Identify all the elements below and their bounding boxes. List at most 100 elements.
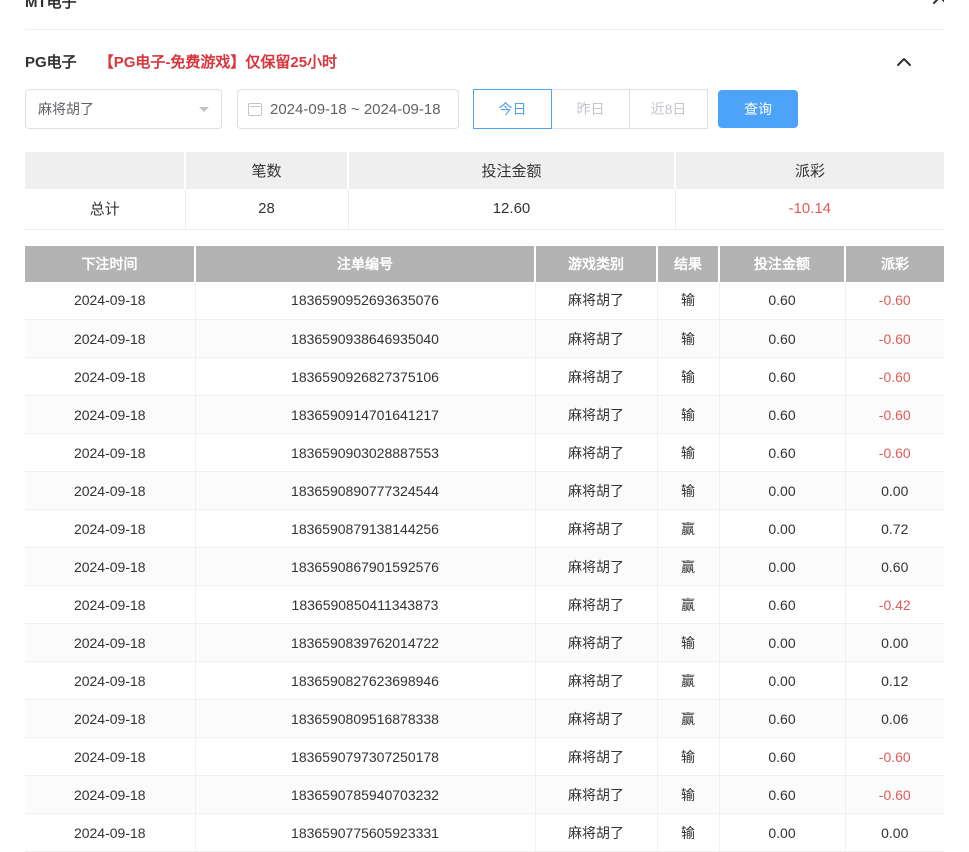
section-notice: 【PG电子-免费游戏】仅保留25小时 — [99, 51, 337, 72]
bet-amount-cell: 0.00 — [719, 814, 845, 852]
payout-cell: -0.42 — [845, 586, 944, 624]
bet-time-cell: 2024-09-18 — [25, 358, 195, 396]
result-cell: 赢 — [657, 510, 719, 548]
summary-header-payout: 派彩 — [675, 152, 944, 189]
bet-amount-cell: 0.60 — [719, 434, 845, 472]
payout-cell: -0.60 — [845, 320, 944, 358]
payout-cell: 0.12 — [845, 662, 944, 700]
header-order-id-cell: 注单编号 — [195, 246, 535, 282]
table-row: 2024-09-181836590775605923331麻将胡了输0.000.… — [25, 814, 944, 852]
game-type-cell: 麻将胡了 — [535, 548, 657, 586]
bet-table-header-row: 下注时间注单编号游戏类别结果投注金额派彩 — [25, 246, 944, 282]
summary-header-count: 笔数 — [185, 152, 348, 189]
bet-time-cell: 2024-09-18 — [25, 624, 195, 662]
table-row: 2024-09-181836590879138144256麻将胡了赢0.000.… — [25, 510, 944, 548]
payout-cell: -0.60 — [845, 434, 944, 472]
header-result-cell: 结果 — [657, 246, 719, 282]
search-button[interactable]: 查询 — [718, 90, 798, 128]
order-id-cell: 1836590879138144256 — [195, 510, 535, 548]
game-type-cell: 麻将胡了 — [535, 282, 657, 320]
header-game-type-cell: 游戏类别 — [535, 246, 657, 282]
bet-time-cell: 2024-09-18 — [25, 282, 195, 320]
chevron-up-icon[interactable] — [932, 0, 944, 8]
payout-cell: 0.72 — [845, 510, 944, 548]
result-cell: 输 — [657, 320, 719, 358]
payout-cell: 0.00 — [845, 472, 944, 510]
table-row: 2024-09-181836590850411343873麻将胡了赢0.60-0… — [25, 586, 944, 624]
summary-header-empty — [25, 152, 185, 189]
header-payout-cell: 派彩 — [845, 246, 944, 282]
payout-cell: -0.60 — [845, 282, 944, 320]
table-row: 2024-09-181836590890777324544麻将胡了输0.000.… — [25, 472, 944, 510]
game-type-cell: 麻将胡了 — [535, 358, 657, 396]
chevron-up-icon[interactable] — [896, 54, 912, 70]
bet-time-cell: 2024-09-18 — [25, 396, 195, 434]
summary-total-bet-amount: 12.60 — [348, 189, 675, 229]
bet-time-cell: 2024-09-18 — [25, 700, 195, 738]
result-cell: 输 — [657, 624, 719, 662]
result-cell: 输 — [657, 472, 719, 510]
bet-amount-cell: 0.60 — [719, 396, 845, 434]
filter-bar: 麻将胡了 2024-09-18 ~ 2024-09-18 今日 昨日 近8日 查… — [25, 89, 944, 129]
pg-section-header: PG电子 【PG电子-免费游戏】仅保留25小时 — [25, 30, 944, 89]
game-type-cell: 麻将胡了 — [535, 738, 657, 776]
bet-amount-cell: 0.60 — [719, 320, 845, 358]
bet-time-cell: 2024-09-18 — [25, 434, 195, 472]
page: MT电子 PG电子 【PG电子-免费游戏】仅保留25小时 麻将胡了 2024-0… — [0, 0, 969, 852]
table-row: 2024-09-181836590839762014722麻将胡了输0.000.… — [25, 624, 944, 662]
payout-cell: 0.06 — [845, 700, 944, 738]
today-button[interactable]: 今日 — [473, 89, 552, 129]
payout-cell: -0.60 — [845, 358, 944, 396]
order-id-cell: 1836590797307250178 — [195, 738, 535, 776]
order-id-cell: 1836590839762014722 — [195, 624, 535, 662]
table-row: 2024-09-181836590785940703232麻将胡了输0.60-0… — [25, 776, 944, 814]
result-cell: 输 — [657, 434, 719, 472]
summary-total-count: 28 — [185, 189, 348, 229]
payout-cell: -0.60 — [845, 776, 944, 814]
table-row: 2024-09-181836590914701641217麻将胡了输0.60-0… — [25, 396, 944, 434]
bet-amount-cell: 0.00 — [719, 510, 845, 548]
result-cell: 输 — [657, 282, 719, 320]
summary-table: 笔数 投注金额 派彩 总计 28 12.60 -10.14 — [25, 152, 944, 230]
game-type-cell: 麻将胡了 — [535, 700, 657, 738]
bet-time-cell: 2024-09-18 — [25, 320, 195, 358]
calendar-icon — [248, 103, 262, 116]
yesterday-button[interactable]: 昨日 — [551, 89, 630, 129]
table-row: 2024-09-181836590867901592576麻将胡了赢0.000.… — [25, 548, 944, 586]
table-row: 2024-09-181836590903028887553麻将胡了输0.60-0… — [25, 434, 944, 472]
game-type-cell: 麻将胡了 — [535, 586, 657, 624]
order-id-cell: 1836590926827375106 — [195, 358, 535, 396]
result-cell: 输 — [657, 396, 719, 434]
table-row: 2024-09-181836590938646935040麻将胡了输0.60-0… — [25, 320, 944, 358]
bet-amount-cell: 0.60 — [719, 776, 845, 814]
bet-amount-cell: 0.60 — [719, 586, 845, 624]
bet-amount-cell: 0.60 — [719, 700, 845, 738]
order-id-cell: 1836590952693635076 — [195, 282, 535, 320]
bet-table-body: 2024-09-181836590952693635076麻将胡了输0.60-0… — [25, 282, 944, 852]
date-range-input[interactable]: 2024-09-18 ~ 2024-09-18 — [237, 89, 459, 129]
result-cell: 输 — [657, 358, 719, 396]
last-8-days-button[interactable]: 近8日 — [629, 89, 708, 129]
bet-table: 下注时间注单编号游戏类别结果投注金额派彩 2024-09-18183659095… — [25, 246, 944, 852]
game-select-value: 麻将胡了 — [38, 99, 94, 119]
game-type-cell: 麻将胡了 — [535, 472, 657, 510]
section-mt-title: MT电子 — [25, 0, 77, 12]
bet-time-cell: 2024-09-18 — [25, 472, 195, 510]
bet-time-cell: 2024-09-18 — [25, 548, 195, 586]
header-bet-time-cell: 下注时间 — [25, 246, 195, 282]
order-id-cell: 1836590890777324544 — [195, 472, 535, 510]
bet-amount-cell: 0.60 — [719, 282, 845, 320]
game-select[interactable]: 麻将胡了 — [25, 89, 222, 129]
game-type-cell: 麻将胡了 — [535, 814, 657, 852]
game-type-cell: 麻将胡了 — [535, 662, 657, 700]
result-cell: 输 — [657, 738, 719, 776]
bet-amount-cell: 0.60 — [719, 358, 845, 396]
bet-time-cell: 2024-09-18 — [25, 510, 195, 548]
bet-amount-cell: 0.00 — [719, 624, 845, 662]
game-type-cell: 麻将胡了 — [535, 434, 657, 472]
payout-cell: 0.60 — [845, 548, 944, 586]
section-title: PG电子 — [25, 51, 77, 72]
order-id-cell: 1836590938646935040 — [195, 320, 535, 358]
game-type-cell: 麻将胡了 — [535, 396, 657, 434]
section-mt-header: MT电子 — [25, 0, 944, 30]
